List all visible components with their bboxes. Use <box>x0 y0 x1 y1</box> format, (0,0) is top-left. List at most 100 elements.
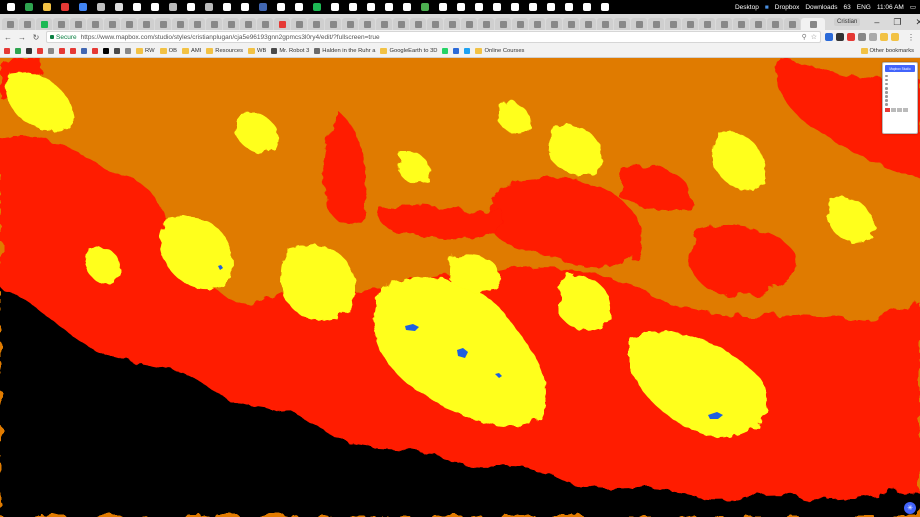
bookmark-item[interactable]: Halden in the Ruhr a <box>314 47 375 54</box>
bookmark-item[interactable] <box>4 47 10 54</box>
reload-button[interactable]: ↻ <box>30 31 42 43</box>
bookmark-item[interactable] <box>103 47 109 54</box>
taskbar-app-icon[interactable] <box>2 0 20 14</box>
browser-tab[interactable] <box>801 18 825 30</box>
taskbar-app-icon[interactable] <box>290 0 308 14</box>
bookmark-item[interactable]: Online Courses <box>475 47 524 54</box>
bookmark-item[interactable] <box>37 47 43 54</box>
back-button[interactable]: ← <box>2 31 14 43</box>
language-indicator[interactable]: ENG <box>857 4 871 11</box>
search-icon[interactable]: ⚲ <box>802 33 807 41</box>
panel-action-2[interactable] <box>891 107 896 112</box>
browser-tab[interactable] <box>172 18 188 30</box>
menu-icon[interactable]: ⋮ <box>905 31 917 43</box>
clock[interactable]: 11:06 AM <box>877 4 904 11</box>
bookmark-item[interactable]: WB <box>247 47 266 54</box>
url-text[interactable]: https://www.mapbox.com/studio/styles/cri… <box>81 34 802 41</box>
panel-action-1[interactable] <box>885 107 890 112</box>
browser-tab[interactable] <box>376 18 392 30</box>
browser-tab[interactable] <box>36 18 52 30</box>
taskbar-app-icon[interactable] <box>38 0 56 14</box>
taskbar-app-icon[interactable] <box>506 0 524 14</box>
taskbar-app-icon[interactable] <box>218 0 236 14</box>
browser-tab[interactable] <box>563 18 579 30</box>
taskbar-app-icon[interactable] <box>596 0 614 14</box>
dropbox-icon[interactable]: ■ <box>765 4 769 11</box>
browser-tab[interactable] <box>512 18 528 30</box>
taskbar-app-icon[interactable] <box>56 0 74 14</box>
browser-tab[interactable] <box>767 18 783 30</box>
browser-tab[interactable] <box>257 18 273 30</box>
restore-button[interactable]: ❐ <box>893 17 901 28</box>
browser-tab[interactable] <box>529 18 545 30</box>
taskbar-app-icon[interactable] <box>74 0 92 14</box>
bookmark-item[interactable]: Mr. Robot 3 <box>271 47 309 54</box>
browser-tab[interactable] <box>240 18 256 30</box>
taskbar-app-icon[interactable] <box>236 0 254 14</box>
bookmark-item[interactable]: RW <box>136 47 155 54</box>
browser-tab[interactable] <box>274 18 290 30</box>
profile-button[interactable]: Cristian <box>834 18 861 26</box>
browser-tab[interactable] <box>699 18 715 30</box>
minimize-button[interactable]: – <box>874 17 879 27</box>
other-bookmarks[interactable]: Other bookmarks <box>860 47 914 54</box>
browser-tab[interactable] <box>359 18 375 30</box>
browser-tab[interactable] <box>648 18 664 30</box>
taskbar-app-icon[interactable] <box>416 0 434 14</box>
secure-indicator[interactable]: Secure <box>50 34 77 41</box>
taskbar-app-icon[interactable] <box>578 0 596 14</box>
browser-tab[interactable] <box>478 18 494 30</box>
browser-tab[interactable] <box>665 18 681 30</box>
bookmark-item[interactable] <box>464 47 471 54</box>
browser-tab[interactable] <box>716 18 732 30</box>
dropbox-label[interactable]: Dropbox <box>775 4 800 11</box>
bookmark-item[interactable] <box>453 47 460 54</box>
extension-icon[interactable] <box>847 33 855 41</box>
extension-icon[interactable] <box>836 33 844 41</box>
taskbar-app-icon[interactable] <box>344 0 362 14</box>
browser-tab[interactable] <box>784 18 800 30</box>
notification-icon[interactable]: ▭ <box>910 3 916 11</box>
map-canvas[interactable] <box>0 58 920 517</box>
bookmark-item[interactable] <box>26 47 32 54</box>
taskbar-app-icon[interactable] <box>272 0 290 14</box>
browser-tab[interactable] <box>189 18 205 30</box>
extension-icon[interactable] <box>858 33 866 41</box>
taskbar-app-icon[interactable] <box>128 0 146 14</box>
taskbar-app-icon[interactable] <box>398 0 416 14</box>
taskbar-app-icon[interactable] <box>146 0 164 14</box>
browser-tab[interactable] <box>2 18 18 30</box>
bookmark-item[interactable]: OB <box>159 47 177 54</box>
bookmark-item[interactable] <box>442 47 449 54</box>
browser-tab[interactable] <box>138 18 154 30</box>
forward-button[interactable]: → <box>16 31 28 43</box>
browser-tab[interactable] <box>223 18 239 30</box>
taskbar-app-icon[interactable] <box>560 0 578 14</box>
browser-tab[interactable] <box>308 18 324 30</box>
taskbar-app-icon[interactable] <box>524 0 542 14</box>
browser-tab[interactable] <box>495 18 511 30</box>
bookmark-item[interactable]: Resources <box>206 47 243 54</box>
taskbar-app-icon[interactable] <box>182 0 200 14</box>
star-icon[interactable]: ☆ <box>811 33 817 41</box>
bookmark-item[interactable]: GoogleEarth to 3D <box>380 47 437 54</box>
browser-tab[interactable] <box>19 18 35 30</box>
taskbar-app-icon[interactable] <box>380 0 398 14</box>
browser-tab[interactable] <box>70 18 86 30</box>
bookmark-item[interactable] <box>114 47 120 54</box>
browser-tab[interactable] <box>597 18 613 30</box>
panel-action-4[interactable] <box>903 107 908 112</box>
extension-icon[interactable] <box>880 33 888 41</box>
panel-action-3[interactable] <box>897 107 902 112</box>
taskbar-app-icon[interactable] <box>542 0 560 14</box>
browser-tab[interactable] <box>53 18 69 30</box>
taskbar-app-icon[interactable] <box>254 0 272 14</box>
extension-icon[interactable] <box>825 33 833 41</box>
browser-tab[interactable] <box>121 18 137 30</box>
browser-tab[interactable] <box>410 18 426 30</box>
desktop-toolbar[interactable]: Desktop <box>735 4 759 11</box>
bookmark-item[interactable] <box>15 47 21 54</box>
help-button[interactable]: ✳ <box>904 502 916 514</box>
browser-tab[interactable] <box>750 18 766 30</box>
browser-tab[interactable] <box>546 18 562 30</box>
